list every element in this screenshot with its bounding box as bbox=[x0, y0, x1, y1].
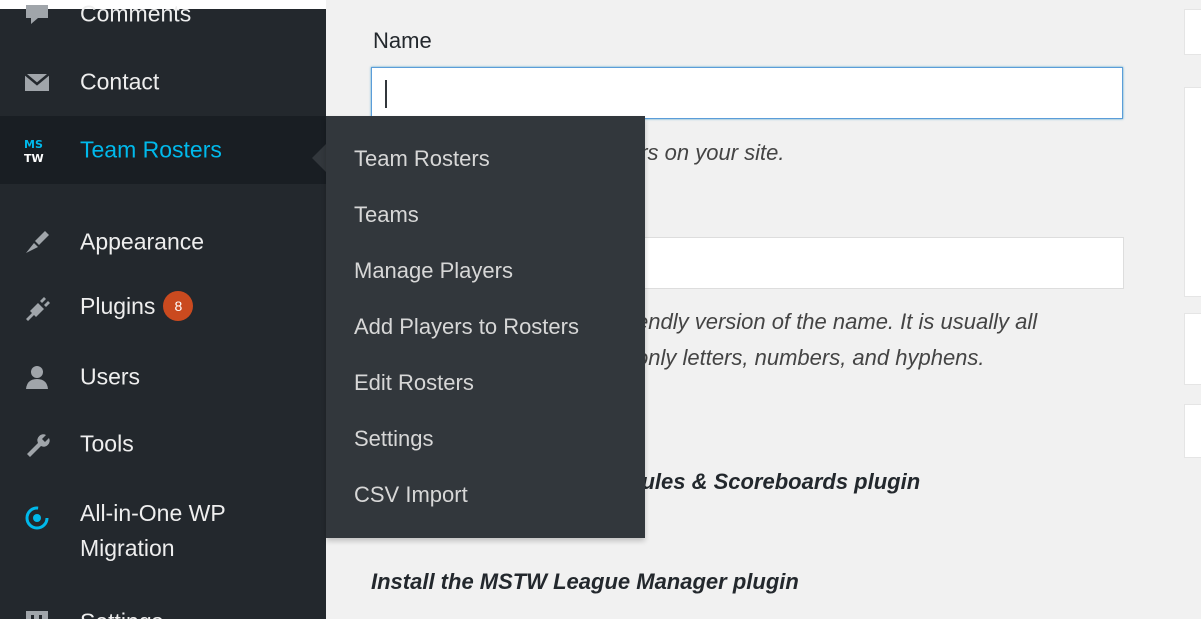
comment-icon bbox=[22, 0, 52, 29]
plug-icon bbox=[22, 293, 52, 323]
schedules-plugin-notice[interactable]: dules & Scoreboards plugin bbox=[628, 469, 920, 495]
name-description: ars on your site. bbox=[628, 140, 785, 165]
submenu-item-team-rosters[interactable]: Team Rosters bbox=[354, 146, 490, 172]
right-panel-edge bbox=[1184, 313, 1201, 385]
sidebar-item-label: Settings bbox=[80, 609, 163, 619]
sidebar-item-label: Users bbox=[80, 363, 141, 390]
wrench-icon bbox=[22, 429, 52, 459]
submenu-item-settings[interactable]: Settings bbox=[354, 426, 434, 452]
envelope-icon bbox=[22, 67, 52, 97]
team-rosters-submenu: Team Rosters Teams Manage Players Add Pl… bbox=[326, 116, 645, 538]
sidebar-item-label: Tools bbox=[80, 430, 134, 457]
sidebar-item-tools[interactable]: Tools bbox=[0, 422, 326, 466]
slug-input[interactable] bbox=[636, 237, 1124, 289]
name-field-label: Name bbox=[373, 28, 432, 53]
sidebar-item-appearance[interactable]: Appearance bbox=[0, 220, 326, 264]
svg-text:MS: MS bbox=[24, 138, 43, 151]
submenu-item-manage-players[interactable]: Manage Players bbox=[354, 258, 513, 284]
submenu-item-edit-rosters[interactable]: Edit Rosters bbox=[354, 370, 474, 396]
name-input[interactable] bbox=[371, 67, 1123, 119]
sidebar-item-plugins[interactable]: Plugins 8 bbox=[0, 286, 326, 330]
slug-description-line-1: endly version of the name. It is usually… bbox=[636, 309, 1038, 334]
sidebar-item-label: Plugins 8 bbox=[80, 291, 194, 323]
right-panel-edge bbox=[1184, 9, 1201, 55]
right-panel-edge bbox=[1184, 87, 1201, 297]
admin-sidebar: Comments Contact MS TW Team Rosters Appe… bbox=[0, 0, 326, 619]
submenu-item-teams[interactable]: Teams bbox=[354, 202, 419, 228]
sidebar-item-contact[interactable]: Contact bbox=[0, 60, 326, 104]
sidebar-item-label: Appearance bbox=[80, 228, 205, 255]
user-icon bbox=[22, 362, 52, 392]
sidebar-item-label: Contact bbox=[80, 68, 160, 95]
sidebar-item-label: Team Rosters bbox=[80, 136, 222, 163]
sidebar-item-label: Comments bbox=[80, 0, 192, 27]
sidebar-item-comments[interactable]: Comments bbox=[0, 0, 326, 36]
mstw-logo-icon: MS TW bbox=[22, 135, 52, 165]
submenu-item-csv-import[interactable]: CSV Import bbox=[354, 482, 468, 508]
sidebar-item-users[interactable]: Users bbox=[0, 355, 326, 399]
sidebar-item-settings[interactable]: Settings bbox=[0, 600, 326, 619]
slug-description-line-2: only letters, numbers, and hyphens. bbox=[636, 345, 985, 370]
migration-icon bbox=[22, 503, 52, 533]
submenu-item-add-players-to-rosters[interactable]: Add Players to Rosters bbox=[354, 314, 579, 340]
sidebar-item-label: All-in-One WP Migration bbox=[80, 500, 226, 561]
svg-text:TW: TW bbox=[24, 152, 44, 165]
sidebar-item-all-in-one-wp-migration[interactable]: All-in-One WP Migration bbox=[0, 496, 326, 566]
right-panel-edge bbox=[1184, 404, 1201, 458]
paintbrush-icon bbox=[22, 227, 52, 257]
text-caret bbox=[385, 80, 387, 108]
league-manager-plugin-notice[interactable]: Install the MSTW League Manager plugin bbox=[371, 569, 799, 595]
settings-icon bbox=[22, 607, 52, 619]
update-count-badge: 8 bbox=[163, 291, 194, 321]
flyout-pointer bbox=[312, 144, 326, 172]
sidebar-item-team-rosters[interactable]: MS TW Team Rosters bbox=[0, 116, 326, 184]
